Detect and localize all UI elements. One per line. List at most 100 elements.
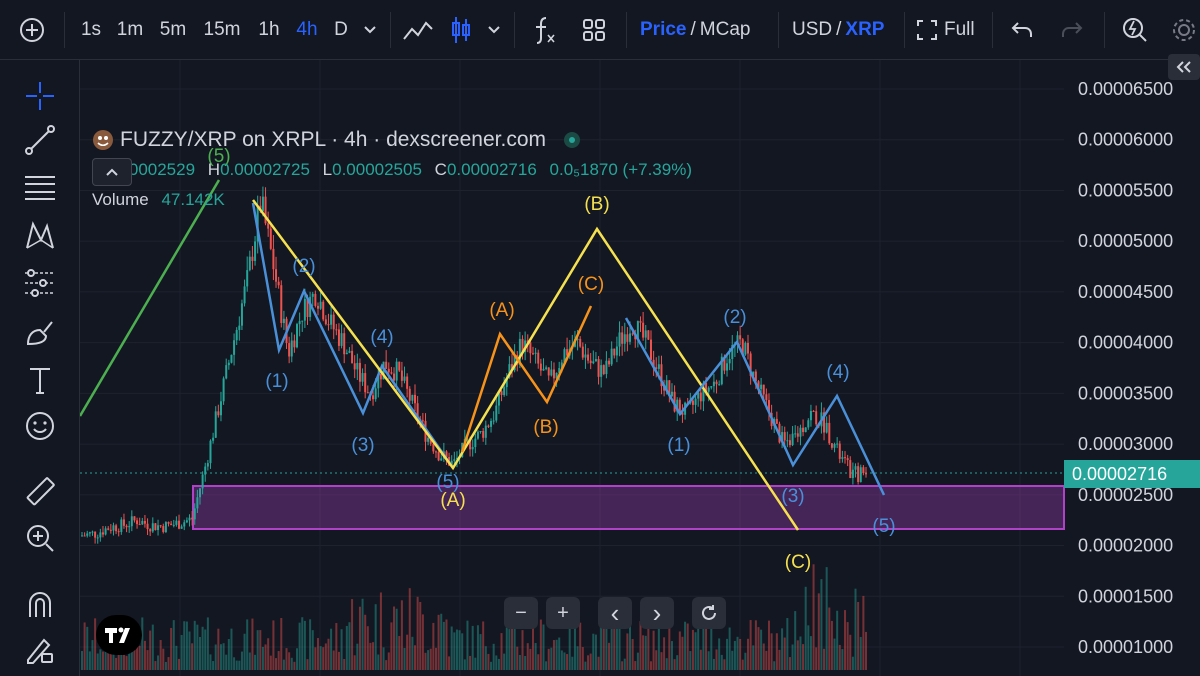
zoom-tool[interactable] bbox=[0, 510, 80, 566]
candle-body bbox=[83, 535, 86, 537]
label-yellow-A: (A) bbox=[440, 490, 465, 511]
zoom-out-button[interactable]: − bbox=[504, 597, 538, 629]
volume-bar bbox=[141, 617, 144, 670]
candle-body bbox=[151, 523, 154, 532]
candle-body bbox=[613, 348, 616, 356]
volume-bar bbox=[660, 652, 663, 670]
collapse-panel-button[interactable] bbox=[1168, 54, 1200, 80]
volume-bar bbox=[345, 625, 348, 670]
candle-body bbox=[615, 346, 618, 356]
interval-5m[interactable]: 5m bbox=[156, 0, 190, 60]
lock-drawings-tool[interactable] bbox=[0, 622, 80, 676]
chart-type-dropdown[interactable] bbox=[482, 0, 506, 60]
volume-bar bbox=[497, 658, 500, 670]
line-chart-button[interactable] bbox=[400, 0, 436, 60]
interval-15m[interactable]: 15m bbox=[200, 0, 244, 60]
currency-toggle[interactable]: USD / XRP bbox=[792, 0, 892, 60]
add-indicator-button[interactable] bbox=[14, 0, 50, 60]
reset-chart-button[interactable] bbox=[692, 597, 726, 629]
interval-D[interactable]: D bbox=[330, 0, 352, 60]
emoji-tool[interactable] bbox=[0, 398, 80, 454]
volume-bar bbox=[204, 629, 207, 670]
volume-bar bbox=[390, 622, 393, 670]
volume-bar bbox=[820, 579, 823, 670]
redo-button[interactable] bbox=[1056, 0, 1088, 60]
volume-bar bbox=[94, 618, 97, 670]
candle-body bbox=[353, 363, 356, 370]
candle-body bbox=[618, 332, 621, 347]
candle-body bbox=[288, 343, 291, 357]
volume-bar bbox=[794, 611, 797, 670]
candle-body bbox=[277, 281, 280, 286]
volume-bar bbox=[760, 629, 763, 670]
alerts-button[interactable] bbox=[1118, 0, 1152, 60]
layouts-button[interactable] bbox=[578, 0, 610, 60]
interval-1h[interactable]: 1h bbox=[254, 0, 284, 60]
indicators-button[interactable] bbox=[528, 0, 560, 60]
scroll-left-button[interactable]: ‹ bbox=[598, 597, 632, 629]
candle-body bbox=[487, 425, 490, 427]
live-status-icon bbox=[564, 132, 580, 148]
candle-body bbox=[592, 361, 595, 364]
settings-button[interactable] bbox=[1168, 0, 1200, 60]
usd-option[interactable]: USD bbox=[792, 19, 832, 41]
volume-bar bbox=[243, 633, 246, 670]
candle-body bbox=[122, 519, 125, 526]
candle-body bbox=[529, 342, 532, 354]
chart-area[interactable]: (5) (1) (2) (3) (4) (5) (A) (B) (C) (A) … bbox=[80, 54, 1200, 676]
candle-body bbox=[180, 526, 183, 529]
volume-bar bbox=[629, 621, 632, 670]
zoom-in-button[interactable]: + bbox=[546, 597, 580, 629]
candle-body bbox=[86, 533, 89, 536]
candle-body bbox=[141, 520, 144, 525]
interval-dropdown[interactable] bbox=[358, 0, 382, 60]
scroll-right-button[interactable]: › bbox=[640, 597, 674, 629]
volume-bar bbox=[684, 621, 687, 670]
interval-1m[interactable]: 1m bbox=[114, 0, 146, 60]
price-option[interactable]: Price bbox=[640, 19, 686, 41]
volume-bar bbox=[670, 641, 673, 670]
orange-abc-wave[interactable] bbox=[460, 305, 593, 453]
price-mcap-toggle[interactable]: Price / MCap bbox=[640, 0, 764, 60]
volume-bar bbox=[783, 637, 786, 670]
support-zone[interactable] bbox=[192, 485, 1065, 530]
green-impulse-line[interactable] bbox=[80, 179, 221, 417]
volume-bar bbox=[290, 657, 293, 670]
candle-body bbox=[170, 523, 173, 526]
divider bbox=[390, 12, 391, 48]
volume-bar bbox=[830, 620, 833, 670]
tradingview-logo[interactable] bbox=[96, 615, 142, 655]
smiley-icon bbox=[26, 412, 54, 440]
fullscreen-button[interactable]: Full bbox=[916, 0, 982, 60]
volume-bar bbox=[699, 649, 702, 670]
volume-bar bbox=[823, 648, 826, 670]
yellow-abc-wave[interactable] bbox=[251, 199, 800, 531]
volume-bar bbox=[775, 633, 778, 670]
volume-bar bbox=[626, 633, 629, 670]
chart-canvas[interactable]: (5) (1) (2) (3) (4) (5) (A) (B) (C) (A) … bbox=[80, 60, 1200, 676]
candle-body bbox=[865, 473, 867, 475]
mcap-option[interactable]: MCap bbox=[700, 19, 751, 41]
candle-body bbox=[710, 386, 713, 388]
candle-body bbox=[222, 378, 225, 402]
volume-bar bbox=[707, 651, 710, 670]
volume-bar bbox=[594, 634, 597, 670]
volume-bar bbox=[592, 633, 595, 670]
candle-body bbox=[482, 430, 485, 438]
undo-button[interactable] bbox=[1006, 0, 1038, 60]
blue-impulse-wave-2[interactable] bbox=[624, 317, 886, 496]
xrp-option[interactable]: XRP bbox=[845, 19, 884, 41]
interval-4h[interactable]: 4h bbox=[292, 0, 322, 60]
candles-button[interactable] bbox=[446, 0, 476, 60]
volume-bar bbox=[487, 653, 490, 670]
interval-1s[interactable]: 1s bbox=[78, 0, 104, 60]
collapse-legend-button[interactable] bbox=[92, 158, 132, 186]
candle-body bbox=[107, 528, 110, 530]
candle-body bbox=[351, 350, 354, 364]
xabcd-pattern-icon bbox=[26, 221, 54, 249]
volume-bar bbox=[859, 636, 862, 670]
volume-bar bbox=[248, 652, 251, 670]
candle-body bbox=[406, 376, 409, 389]
candle-body bbox=[718, 384, 721, 386]
candle-body bbox=[269, 228, 272, 249]
